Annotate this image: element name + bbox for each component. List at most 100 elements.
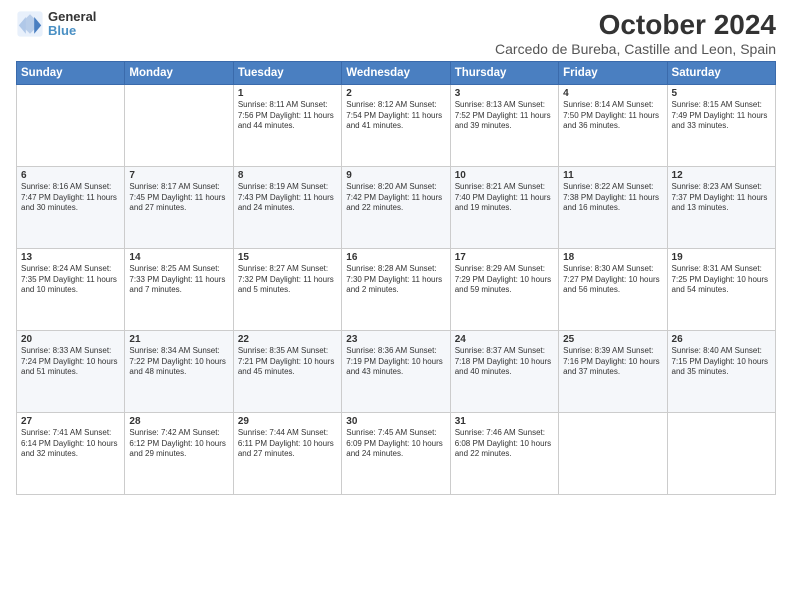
day-number: 24: [455, 334, 554, 345]
day-content: Sunrise: 8:25 AM Sunset: 7:33 PM Dayligh…: [129, 264, 228, 296]
day-content: Sunrise: 8:22 AM Sunset: 7:38 PM Dayligh…: [563, 182, 662, 214]
calendar-cell: 5Sunrise: 8:15 AM Sunset: 7:49 PM Daylig…: [667, 84, 775, 166]
day-number: 9: [346, 170, 445, 181]
day-number: 16: [346, 252, 445, 263]
day-content: Sunrise: 7:45 AM Sunset: 6:09 PM Dayligh…: [346, 428, 445, 460]
logo-icon: [16, 10, 44, 38]
day-number: 6: [21, 170, 120, 181]
day-number: 15: [238, 252, 337, 263]
day-content: Sunrise: 8:28 AM Sunset: 7:30 PM Dayligh…: [346, 264, 445, 296]
calendar-cell: 8Sunrise: 8:19 AM Sunset: 7:43 PM Daylig…: [233, 166, 341, 248]
logo: General Blue: [16, 10, 96, 39]
day-content: Sunrise: 8:29 AM Sunset: 7:29 PM Dayligh…: [455, 264, 554, 296]
day-number: 25: [563, 334, 662, 345]
day-number: 17: [455, 252, 554, 263]
day-content: Sunrise: 8:11 AM Sunset: 7:56 PM Dayligh…: [238, 100, 337, 132]
header: General Blue October 2024 Carcedo de Bur…: [16, 10, 776, 57]
calendar-cell: 23Sunrise: 8:36 AM Sunset: 7:19 PM Dayli…: [342, 330, 450, 412]
weekday-header: Friday: [559, 61, 667, 84]
day-content: Sunrise: 7:44 AM Sunset: 6:11 PM Dayligh…: [238, 428, 337, 460]
calendar-cell: 19Sunrise: 8:31 AM Sunset: 7:25 PM Dayli…: [667, 248, 775, 330]
title-block: October 2024 Carcedo de Bureba, Castille…: [495, 10, 776, 57]
calendar-week-row: 13Sunrise: 8:24 AM Sunset: 7:35 PM Dayli…: [17, 248, 776, 330]
calendar-cell: 18Sunrise: 8:30 AM Sunset: 7:27 PM Dayli…: [559, 248, 667, 330]
calendar-cell: 28Sunrise: 7:42 AM Sunset: 6:12 PM Dayli…: [125, 412, 233, 494]
calendar-table: SundayMondayTuesdayWednesdayThursdayFrid…: [16, 61, 776, 495]
calendar-cell: 30Sunrise: 7:45 AM Sunset: 6:09 PM Dayli…: [342, 412, 450, 494]
calendar-cell: 12Sunrise: 8:23 AM Sunset: 7:37 PM Dayli…: [667, 166, 775, 248]
logo-text: General Blue: [48, 10, 96, 39]
day-number: 28: [129, 416, 228, 427]
calendar-week-row: 27Sunrise: 7:41 AM Sunset: 6:14 PM Dayli…: [17, 412, 776, 494]
day-number: 26: [672, 334, 771, 345]
calendar-cell: 2Sunrise: 8:12 AM Sunset: 7:54 PM Daylig…: [342, 84, 450, 166]
weekday-header: Thursday: [450, 61, 558, 84]
day-number: 30: [346, 416, 445, 427]
weekday-header: Monday: [125, 61, 233, 84]
calendar-cell: 26Sunrise: 8:40 AM Sunset: 7:15 PM Dayli…: [667, 330, 775, 412]
day-number: 18: [563, 252, 662, 263]
calendar-cell: 16Sunrise: 8:28 AM Sunset: 7:30 PM Dayli…: [342, 248, 450, 330]
day-content: Sunrise: 8:30 AM Sunset: 7:27 PM Dayligh…: [563, 264, 662, 296]
day-number: 23: [346, 334, 445, 345]
day-number: 4: [563, 88, 662, 99]
day-number: 3: [455, 88, 554, 99]
day-number: 19: [672, 252, 771, 263]
weekday-header: Wednesday: [342, 61, 450, 84]
calendar-cell: 4Sunrise: 8:14 AM Sunset: 7:50 PM Daylig…: [559, 84, 667, 166]
calendar-subtitle: Carcedo de Bureba, Castille and Leon, Sp…: [495, 41, 776, 57]
day-content: Sunrise: 8:27 AM Sunset: 7:32 PM Dayligh…: [238, 264, 337, 296]
calendar-cell: 9Sunrise: 8:20 AM Sunset: 7:42 PM Daylig…: [342, 166, 450, 248]
calendar-week-row: 1Sunrise: 8:11 AM Sunset: 7:56 PM Daylig…: [17, 84, 776, 166]
calendar-cell: 20Sunrise: 8:33 AM Sunset: 7:24 PM Dayli…: [17, 330, 125, 412]
day-number: 22: [238, 334, 337, 345]
day-number: 2: [346, 88, 445, 99]
day-content: Sunrise: 8:31 AM Sunset: 7:25 PM Dayligh…: [672, 264, 771, 296]
day-content: Sunrise: 8:19 AM Sunset: 7:43 PM Dayligh…: [238, 182, 337, 214]
calendar-cell: 13Sunrise: 8:24 AM Sunset: 7:35 PM Dayli…: [17, 248, 125, 330]
day-content: Sunrise: 8:33 AM Sunset: 7:24 PM Dayligh…: [21, 346, 120, 378]
weekday-header: Tuesday: [233, 61, 341, 84]
day-content: Sunrise: 8:21 AM Sunset: 7:40 PM Dayligh…: [455, 182, 554, 214]
calendar-cell: 3Sunrise: 8:13 AM Sunset: 7:52 PM Daylig…: [450, 84, 558, 166]
day-content: Sunrise: 8:20 AM Sunset: 7:42 PM Dayligh…: [346, 182, 445, 214]
weekday-header-row: SundayMondayTuesdayWednesdayThursdayFrid…: [17, 61, 776, 84]
calendar-cell: 1Sunrise: 8:11 AM Sunset: 7:56 PM Daylig…: [233, 84, 341, 166]
day-content: Sunrise: 8:12 AM Sunset: 7:54 PM Dayligh…: [346, 100, 445, 132]
day-number: 10: [455, 170, 554, 181]
day-content: Sunrise: 8:37 AM Sunset: 7:18 PM Dayligh…: [455, 346, 554, 378]
day-number: 13: [21, 252, 120, 263]
page: General Blue October 2024 Carcedo de Bur…: [0, 0, 792, 612]
day-number: 29: [238, 416, 337, 427]
day-content: Sunrise: 8:13 AM Sunset: 7:52 PM Dayligh…: [455, 100, 554, 132]
calendar-week-row: 6Sunrise: 8:16 AM Sunset: 7:47 PM Daylig…: [17, 166, 776, 248]
day-number: 5: [672, 88, 771, 99]
day-content: Sunrise: 8:34 AM Sunset: 7:22 PM Dayligh…: [129, 346, 228, 378]
day-content: Sunrise: 8:36 AM Sunset: 7:19 PM Dayligh…: [346, 346, 445, 378]
logo-line1: General: [48, 10, 96, 24]
day-number: 20: [21, 334, 120, 345]
day-number: 7: [129, 170, 228, 181]
calendar-cell: 29Sunrise: 7:44 AM Sunset: 6:11 PM Dayli…: [233, 412, 341, 494]
calendar-cell: [125, 84, 233, 166]
calendar-cell: 22Sunrise: 8:35 AM Sunset: 7:21 PM Dayli…: [233, 330, 341, 412]
calendar-cell: [667, 412, 775, 494]
calendar-cell: 11Sunrise: 8:22 AM Sunset: 7:38 PM Dayli…: [559, 166, 667, 248]
day-number: 21: [129, 334, 228, 345]
day-content: Sunrise: 8:24 AM Sunset: 7:35 PM Dayligh…: [21, 264, 120, 296]
day-number: 14: [129, 252, 228, 263]
calendar-cell: 27Sunrise: 7:41 AM Sunset: 6:14 PM Dayli…: [17, 412, 125, 494]
day-content: Sunrise: 7:41 AM Sunset: 6:14 PM Dayligh…: [21, 428, 120, 460]
calendar-cell: 31Sunrise: 7:46 AM Sunset: 6:08 PM Dayli…: [450, 412, 558, 494]
day-content: Sunrise: 8:23 AM Sunset: 7:37 PM Dayligh…: [672, 182, 771, 214]
day-number: 27: [21, 416, 120, 427]
day-content: Sunrise: 8:15 AM Sunset: 7:49 PM Dayligh…: [672, 100, 771, 132]
calendar-cell: 15Sunrise: 8:27 AM Sunset: 7:32 PM Dayli…: [233, 248, 341, 330]
calendar-cell: 7Sunrise: 8:17 AM Sunset: 7:45 PM Daylig…: [125, 166, 233, 248]
calendar-cell: 14Sunrise: 8:25 AM Sunset: 7:33 PM Dayli…: [125, 248, 233, 330]
day-content: Sunrise: 7:46 AM Sunset: 6:08 PM Dayligh…: [455, 428, 554, 460]
weekday-header: Sunday: [17, 61, 125, 84]
calendar-cell: 25Sunrise: 8:39 AM Sunset: 7:16 PM Dayli…: [559, 330, 667, 412]
weekday-header: Saturday: [667, 61, 775, 84]
calendar-cell: 24Sunrise: 8:37 AM Sunset: 7:18 PM Dayli…: [450, 330, 558, 412]
